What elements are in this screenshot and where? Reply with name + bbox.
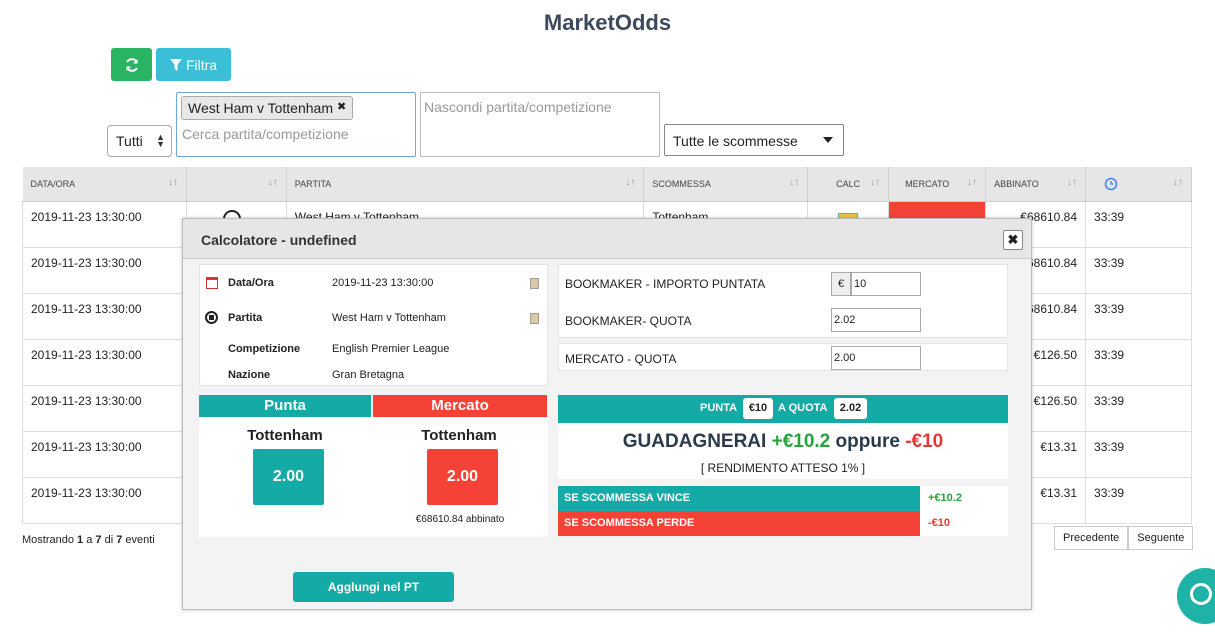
col-bet[interactable]: SCOMMESSA ↓↑: [643, 167, 809, 202]
filter-icon: [169, 58, 182, 71]
pagination-info: Mostrando 1 a 7 di 7 eventi: [22, 534, 155, 546]
search-input[interactable]: West Ham v Tottenham ✖ Cerca partita/comp…: [176, 92, 416, 157]
col-market[interactable]: MERCATO ↓↑: [888, 167, 987, 202]
lose-value: -€10: [920, 511, 1008, 536]
win-value: +€10.2: [920, 486, 1008, 511]
stake-pill: €10: [743, 398, 773, 419]
pager: Precedente Seguente: [1054, 526, 1194, 550]
match-value: West Ham v Tottenham: [332, 312, 446, 324]
mercato-odd-button[interactable]: 2.00: [427, 449, 498, 505]
expected-return: [ RENDIMENTO ATTESO 1% ]: [700, 461, 866, 475]
result-summary: GUADAGNERAI +€10.2 oppure -€10 [ RENDIME…: [558, 423, 1008, 479]
stake-amount-input[interactable]: 10: [851, 272, 921, 296]
matched-amount: €68610.84 abbinato: [415, 514, 505, 525]
filter-button[interactable]: Filtra: [156, 48, 231, 81]
filter-button-label: Filtra: [185, 56, 218, 73]
modal-header: Calcolatore - undefined ✖: [183, 219, 1031, 259]
competition-value: English Premier League: [332, 343, 450, 355]
copy-icon[interactable]: [530, 278, 539, 289]
sort-icon: ↓↑: [1173, 177, 1183, 188]
market-odd-panel: MERCATO - QUOTA 2.00: [558, 343, 1008, 371]
sort-icon: ↓↑: [267, 177, 278, 188]
country-value: Gran Bretagna: [332, 369, 405, 381]
add-to-pt-button[interactable]: Agglungi nel PT: [293, 572, 454, 602]
bet-type-select[interactable]: Tutte le scommesse: [664, 124, 844, 156]
chat-icon: [1190, 583, 1212, 605]
calendar-icon: [206, 277, 218, 289]
search-tag[interactable]: West Ham v Tottenham ✖: [181, 96, 354, 120]
search-placeholder: Cerca partita/competizione: [182, 126, 349, 142]
event-info-panel: Data/Ora 2019-11-23 13:30:00 Partita Wes…: [199, 264, 548, 386]
updown-arrow-icon: ▲ ▼: [156, 132, 165, 149]
col-time[interactable]: ↓↑: [1085, 167, 1192, 202]
country-label: Nazione: [228, 369, 271, 381]
next-page-button[interactable]: Seguente: [1128, 526, 1194, 550]
lose-label: SE SCOMMESSA PERDE: [558, 511, 920, 536]
sport-select[interactable]: Tutti ▲ ▼: [107, 125, 172, 157]
punta-odd-button[interactable]: 2.00: [253, 449, 324, 505]
sort-icon: ↓↑: [167, 177, 178, 188]
remove-tag-icon[interactable]: ✖: [337, 101, 346, 113]
page-title: MarketOdds: [543, 10, 672, 35]
chevron-down-icon: [823, 137, 833, 143]
bookmaker-odd-label: BOOKMAKER- QUOTA: [565, 314, 692, 328]
sort-icon: ↓↑: [625, 177, 636, 188]
refresh-icon: [125, 57, 138, 72]
punta-header: Punta: [199, 395, 371, 417]
bookmaker-odd-input[interactable]: 2.02: [831, 308, 921, 332]
col-calc[interactable]: CALC ↓↑: [807, 167, 890, 202]
match-label: Partita: [228, 312, 263, 324]
punta-team: Tottenham: [247, 427, 323, 444]
gain-text: GUADAGNERAI +€10.2 oppure -€10: [622, 431, 944, 452]
sort-icon: ↓↑: [1067, 177, 1078, 188]
chat-button[interactable]: [1177, 568, 1215, 624]
mercato-team: Tottenham: [421, 427, 497, 444]
refresh-button[interactable]: [111, 48, 152, 81]
modal-title: Calcolatore - undefined: [201, 232, 357, 248]
competition-label: Competizione: [228, 343, 301, 355]
currency-addon: €: [831, 272, 851, 296]
stake-amount-label: BOOKMAKER - IMPORTO PUNTATA: [565, 277, 766, 291]
stake-panel: BOOKMAKER - IMPORTO PUNTATA € 10 BOOKMAK…: [558, 264, 1008, 338]
clock-icon: [1104, 177, 1118, 190]
market-odd-input[interactable]: 2.00: [831, 346, 921, 370]
col-sport[interactable]: ↓↑: [186, 167, 287, 202]
sort-icon: ↓↑: [967, 177, 978, 188]
market-odd-label: MERCATO - QUOTA: [565, 352, 677, 366]
calculator-modal: Calcolatore - undefined ✖ Data/Ora 2019-…: [182, 218, 1032, 610]
copy-icon[interactable]: [530, 313, 539, 324]
prev-page-button[interactable]: Precedente: [1054, 526, 1129, 550]
date-value: 2019-11-23 13:30:00: [332, 277, 434, 289]
col-matched[interactable]: ABBINATO ↓↑: [985, 167, 1087, 202]
col-match[interactable]: PARTITA ↓↑: [286, 167, 645, 202]
sort-icon: ↓↑: [870, 177, 881, 188]
mercato-header: Mercato: [373, 395, 547, 417]
date-label: Data/Ora: [228, 277, 274, 289]
win-label: SE SCOMMESSA VINCE: [558, 486, 920, 511]
odds-panel: Tottenham 2.00 Tottenham 2.00 €68610.84 …: [199, 417, 548, 537]
close-button[interactable]: ✖: [1003, 230, 1023, 250]
hide-input[interactable]: Nascondi partita/competizione: [420, 92, 660, 157]
result-header: PUNTA €10 A QUOTA 2.02: [558, 395, 1008, 423]
football-icon: [205, 311, 218, 324]
sort-icon: ↓↑: [789, 177, 800, 188]
col-date[interactable]: DATA/ORA ↓↑: [22, 167, 187, 202]
odd-pill: 2.02: [834, 398, 867, 419]
